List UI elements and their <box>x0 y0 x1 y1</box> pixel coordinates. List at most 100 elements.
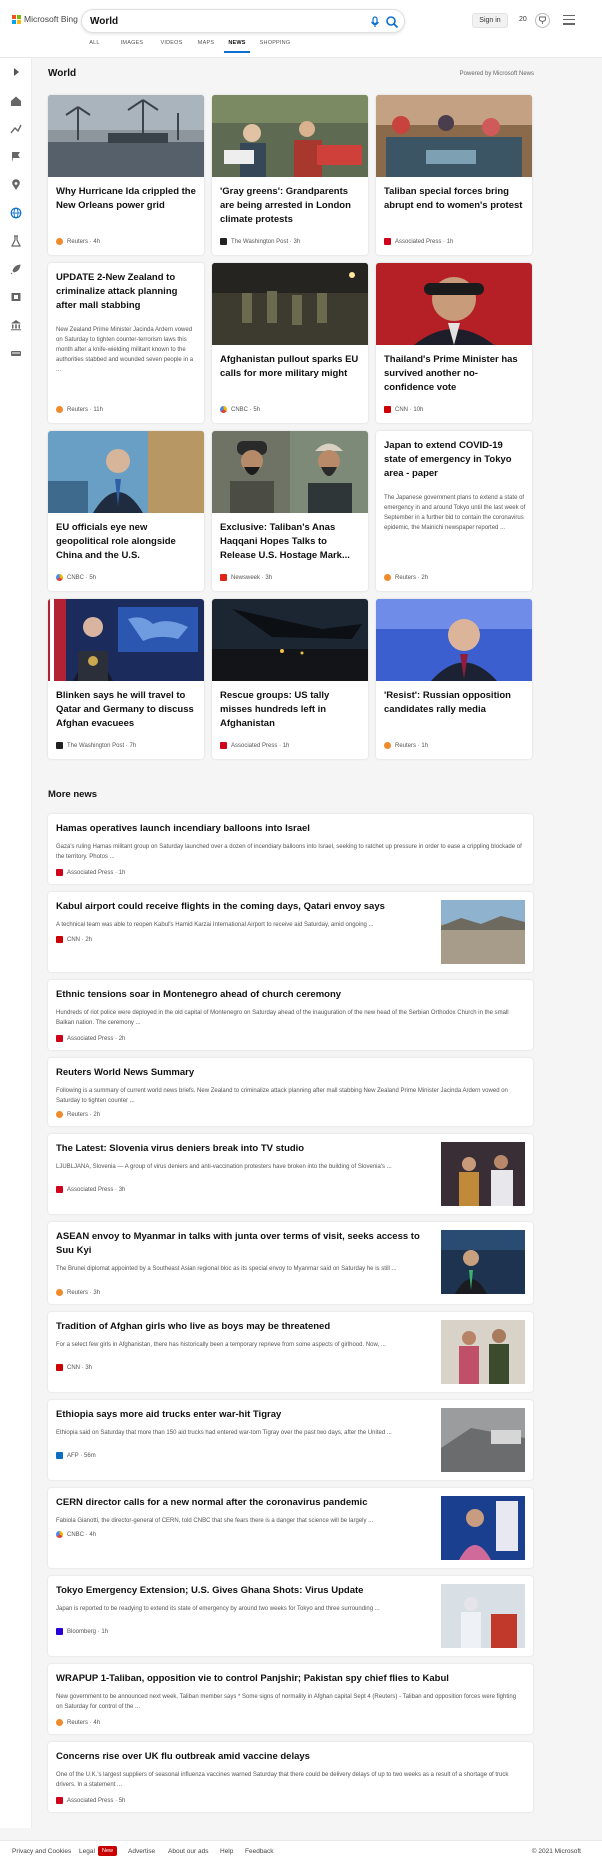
news-card[interactable]: Afghanistan pullout sparks EU calls for … <box>212 263 368 423</box>
footer-advertise-link[interactable]: Advertise <box>128 1848 155 1855</box>
footer-about-ads-link[interactable]: About our ads <box>168 1848 208 1855</box>
more-news-item[interactable]: Tradition of Afghan girls who live as bo… <box>48 1312 533 1392</box>
microphone-icon[interactable] <box>369 16 381 28</box>
news-card[interactable]: Exclusive: Taliban's Anas Haqqani Hopes … <box>212 431 368 591</box>
powered-by[interactable]: Powered by Microsoft News <box>460 71 534 77</box>
item-title[interactable]: The Latest: Slovenia virus deniers break… <box>56 1142 304 1156</box>
card-title[interactable]: EU officials eye new geopolitical role a… <box>56 521 196 563</box>
more-news-item[interactable]: The Latest: Slovenia virus deniers break… <box>48 1134 533 1214</box>
cnn-logo-icon <box>56 936 63 943</box>
card-title[interactable]: 'Resist': Russian opposition candidates … <box>384 689 524 717</box>
tab-shopping[interactable]: SHOPPING <box>250 40 300 53</box>
item-snippet: A technical team was able to reopen Kabu… <box>56 922 374 928</box>
more-news-item[interactable]: WRAPUP 1-Taliban, opposition vie to cont… <box>48 1664 533 1734</box>
card-title[interactable]: Thailand's Prime Minister has survived a… <box>384 353 524 395</box>
more-news-item[interactable]: Tokyo Emergency Extension; U.S. Gives Gh… <box>48 1576 533 1656</box>
news-card[interactable]: EU officials eye new geopolitical role a… <box>48 431 204 591</box>
rewards-count[interactable]: 20 <box>519 16 527 23</box>
reuters-logo-icon <box>56 238 63 245</box>
more-news-item[interactable]: Ethiopia says more aid trucks enter war-… <box>48 1400 533 1480</box>
item-source: CNN · 2h <box>56 936 92 943</box>
news-card[interactable]: 'Gray greens': Grandparents are being ar… <box>212 95 368 255</box>
bank-icon[interactable] <box>10 319 22 331</box>
search-icon[interactable] <box>385 15 399 29</box>
expand-chevron-icon[interactable] <box>10 66 22 78</box>
tab-all[interactable]: ALL <box>80 40 109 53</box>
footer-legal-link[interactable]: Legal <box>79 1848 95 1855</box>
home-icon[interactable] <box>10 95 22 107</box>
footer-privacy-link[interactable]: Privacy and Cookies <box>12 1848 71 1855</box>
item-title[interactable]: Hamas operatives launch incendiary ballo… <box>56 822 310 836</box>
trending-icon[interactable] <box>10 123 22 135</box>
more-news-item[interactable]: CERN director calls for a new normal aft… <box>48 1488 533 1568</box>
item-snippet: New government to be announced next week… <box>56 1694 517 1710</box>
news-card[interactable]: Thailand's Prime Minister has survived a… <box>376 263 532 423</box>
globe-icon[interactable] <box>10 207 22 219</box>
item-title[interactable]: Concerns rise over UK flu outbreak amid … <box>56 1750 310 1764</box>
more-news-item[interactable]: Concerns rise over UK flu outbreak amid … <box>48 1742 533 1812</box>
card-title[interactable]: 'Gray greens': Grandparents are being ar… <box>220 185 360 227</box>
card-title[interactable]: Why Hurricane Ida crippled the New Orlea… <box>56 185 196 213</box>
flag-icon[interactable] <box>10 151 22 163</box>
item-title[interactable]: Ethiopia says more aid trucks enter war-… <box>56 1408 281 1422</box>
science-icon[interactable] <box>10 235 22 247</box>
reuters-logo-icon <box>56 1289 63 1296</box>
more-news-item[interactable]: Hamas operatives launch incendiary ballo… <box>48 814 533 884</box>
news-card[interactable]: Rescue groups: US tally misses hundreds … <box>212 599 368 759</box>
footer-feedback-link[interactable]: Feedback <box>245 1848 274 1855</box>
news-card[interactable]: Taliban special forces bring abrupt end … <box>376 95 532 255</box>
news-card[interactable]: 'Resist': Russian opposition candidates … <box>376 599 532 759</box>
card-title[interactable]: Blinken says he will travel to Qatar and… <box>56 689 196 731</box>
item-title[interactable]: CERN director calls for a new normal aft… <box>56 1496 367 1510</box>
copyright: © 2021 Microsoft <box>531 1848 581 1855</box>
item-title[interactable]: ASEAN envoy to Myanmar in talks with jun… <box>56 1230 436 1258</box>
tab-maps[interactable]: MAPS <box>188 40 224 53</box>
item-title[interactable]: Ethnic tensions soar in Montenegro ahead… <box>56 988 341 1002</box>
tab-videos[interactable]: VIDEOS <box>155 40 188 53</box>
card-title[interactable]: Afghanistan pullout sparks EU calls for … <box>220 353 360 381</box>
sign-in-button[interactable]: Sign in <box>472 13 508 28</box>
rewards-icon[interactable] <box>535 13 550 28</box>
card-title[interactable]: Rescue groups: US tally misses hundreds … <box>220 689 360 731</box>
card-source: Associated Press · 1h <box>220 742 289 749</box>
card-title[interactable]: Exclusive: Taliban's Anas Haqqani Hopes … <box>220 521 360 563</box>
film-icon[interactable] <box>10 291 22 303</box>
card-source: The Washington Post · 3h <box>220 238 300 245</box>
more-news-item[interactable]: ASEAN envoy to Myanmar in talks with jun… <box>48 1222 533 1304</box>
more-news-item[interactable]: Kabul airport could receive flights in t… <box>48 892 533 972</box>
search-box[interactable]: World <box>81 9 405 33</box>
news-card[interactable]: Blinken says he will travel to Qatar and… <box>48 599 204 759</box>
cnbc-logo-icon <box>220 406 227 413</box>
newsweek-logo-icon <box>220 574 227 581</box>
card-title[interactable]: Japan to extend COVID-19 state of emerge… <box>384 439 524 481</box>
card-image-thai-pm <box>376 263 532 345</box>
reuters-logo-icon <box>384 742 391 749</box>
tab-images[interactable]: IMAGES <box>109 40 155 53</box>
location-pin-icon[interactable] <box>10 179 22 191</box>
more-news-item[interactable]: Reuters World News Summary Following is … <box>48 1058 533 1126</box>
news-card[interactable]: Why Hurricane Ida crippled the New Orlea… <box>48 95 204 255</box>
item-title[interactable]: Tokyo Emergency Extension; U.S. Gives Gh… <box>56 1584 363 1598</box>
item-source: Bloomberg · 1h <box>56 1628 108 1635</box>
associated-press-logo-icon <box>56 1797 63 1804</box>
search-input[interactable]: World <box>90 16 118 27</box>
more-news-item[interactable]: Ethnic tensions soar in Montenegro ahead… <box>48 980 533 1050</box>
card-title[interactable]: Taliban special forces bring abrupt end … <box>384 185 524 213</box>
card-image-blinken <box>48 599 204 681</box>
car-icon[interactable] <box>10 347 22 359</box>
news-card[interactable]: Japan to extend COVID-19 state of emerge… <box>376 431 532 591</box>
footer-help-link[interactable]: Help <box>220 1848 233 1855</box>
item-title[interactable]: Tradition of Afghan girls who live as bo… <box>56 1320 330 1334</box>
news-card[interactable]: UPDATE 2-New Zealand to criminalize atta… <box>48 263 204 423</box>
hamburger-menu-icon[interactable] <box>563 15 575 25</box>
item-title[interactable]: Reuters World News Summary <box>56 1066 194 1080</box>
rocket-icon[interactable] <box>10 263 22 275</box>
associated-press-logo-icon <box>56 869 63 876</box>
tab-news[interactable]: NEWS <box>224 40 250 53</box>
item-title[interactable]: Kabul airport could receive flights in t… <box>56 900 385 914</box>
bing-logo[interactable]: Microsoft Bing <box>12 14 78 24</box>
item-source: Reuters · 3h <box>56 1289 100 1296</box>
item-snippet: Ethiopia said on Saturday that more than… <box>56 1430 392 1436</box>
card-title[interactable]: UPDATE 2-New Zealand to criminalize atta… <box>56 271 196 313</box>
item-title[interactable]: WRAPUP 1-Taliban, opposition vie to cont… <box>56 1672 449 1686</box>
